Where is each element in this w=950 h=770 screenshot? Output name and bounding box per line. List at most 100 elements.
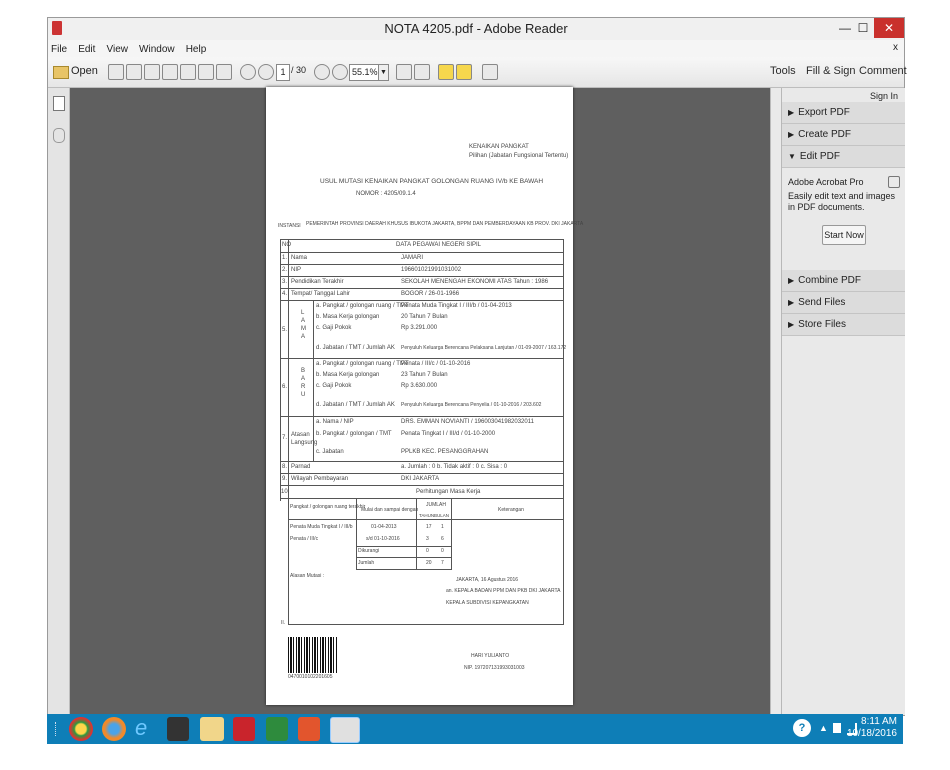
section-label: Create PDF — [798, 129, 851, 140]
internet-explorer-icon[interactable]: e — [135, 715, 147, 741]
taskbar: e ? ▲ 8:11 AM 10/18/2016 — [47, 714, 903, 744]
chevron-right-icon: ▶ — [788, 298, 795, 307]
signature-position: KEPALA SUBDIVISI KEPANGKATAN — [446, 600, 529, 606]
zoom-select[interactable]: 55.1% — [349, 64, 379, 81]
section-label: Edit PDF — [799, 151, 840, 162]
zoom-in-icon[interactable] — [332, 64, 348, 80]
email-icon[interactable] — [216, 64, 232, 80]
prev-page-icon[interactable] — [240, 64, 256, 80]
row-9-value: DKI JAKARTA — [401, 476, 440, 482]
open-button[interactable]: Open — [71, 65, 98, 77]
excel-icon[interactable] — [266, 717, 288, 741]
mk-row3-bulan: 0 — [441, 548, 444, 554]
lama-b-label: b. Masa Kerja golongan — [316, 314, 380, 320]
help-icon[interactable]: ? — [793, 719, 811, 737]
row-1-value: JAMARI — [401, 255, 424, 261]
save-icon[interactable] — [180, 64, 196, 80]
system-clock[interactable]: 8:11 AM 10/18/2016 — [847, 716, 897, 740]
speaker-icon[interactable] — [833, 723, 841, 733]
chevron-down-icon[interactable]: ▼ — [378, 64, 389, 81]
print-icon[interactable] — [198, 64, 214, 80]
powerpoint-icon[interactable] — [298, 717, 320, 741]
baru-a-value: Penata / III/c / 01-10-2016 — [401, 361, 471, 367]
section-combine-pdf[interactable]: ▶ Combine PDF — [782, 270, 905, 292]
doc-close-button[interactable]: x — [893, 42, 898, 53]
attachment-icon[interactable] — [53, 128, 65, 143]
tab-fill-sign[interactable]: Fill & Sign — [806, 65, 856, 77]
mk-head-keterangan: Keterangan — [498, 507, 524, 513]
media-app-icon[interactable] — [167, 717, 189, 741]
baru-b-value: 23 Tahun 7 Bulan — [401, 372, 448, 378]
close-button[interactable]: ✕ — [874, 18, 904, 38]
chrome-icon[interactable] — [69, 717, 93, 741]
next-page-icon[interactable] — [258, 64, 274, 80]
menu-edit[interactable]: Edit — [78, 44, 95, 55]
section-create-pdf[interactable]: ▶ Create PDF — [782, 124, 905, 146]
minimize-button[interactable]: — — [836, 18, 854, 38]
mk-row1-bulan: 1 — [441, 524, 444, 530]
atasan-c-value: PPLKB KEC. PESANGGRAHAN — [401, 449, 489, 455]
edit-icon[interactable] — [144, 64, 160, 80]
barcode-text: 0470010102201605 — [288, 674, 333, 680]
baru-d-value: Penyuluh Keluarga Berencana Penyelia / 0… — [401, 402, 542, 408]
section-send-files[interactable]: ▶ Send Files — [782, 292, 905, 314]
instansi-label: INSTANSI — [278, 223, 301, 229]
menu-window[interactable]: Window — [139, 44, 175, 55]
menu-file[interactable]: File — [51, 44, 67, 55]
menu-bar: File Edit View Window Help x — [48, 40, 904, 57]
mk-row3-tahun: 0 — [426, 548, 429, 554]
baru-c-value: Rp 3.630.000 — [401, 383, 438, 389]
page-thumbnails-icon[interactable] — [53, 96, 65, 111]
fit-page-icon[interactable] — [396, 64, 412, 80]
mk-head-jumlah: JUMLAH — [426, 502, 447, 508]
menu-view[interactable]: View — [106, 44, 128, 55]
tray-chevron-icon[interactable]: ▲ — [819, 723, 828, 733]
start-now-button[interactable]: Start Now — [822, 225, 866, 245]
file-explorer-icon[interactable] — [200, 717, 224, 741]
section-export-pdf[interactable]: ▶ Export PDF — [782, 102, 905, 124]
chevron-down-icon: ▼ — [788, 152, 796, 161]
taskbar-grip — [55, 722, 59, 736]
maximize-button[interactable]: ☐ — [854, 18, 872, 38]
lama-a-value: Penata Muda Tingkat I / III/b / 01-04-20… — [401, 303, 512, 309]
section-roman-ii: II. — [281, 620, 286, 626]
zoom-out-icon[interactable] — [314, 64, 330, 80]
signature-org: an. KEPALA BADAN PPM DAN PKB DKI JAKARTA — [446, 588, 561, 594]
page-number-input[interactable]: 1 — [276, 64, 290, 81]
sticky-note-icon[interactable] — [438, 64, 454, 80]
menu-help[interactable]: Help — [186, 44, 207, 55]
k-app-icon[interactable] — [233, 717, 255, 741]
row-10-value: Perhitungan Masa Kerja — [416, 489, 481, 495]
sign-in-link[interactable]: Sign In — [870, 91, 898, 101]
firefox-icon[interactable] — [102, 717, 126, 741]
settings-icon[interactable] — [162, 64, 178, 80]
expand-icon[interactable] — [482, 64, 498, 80]
section-store-files[interactable]: ▶ Store Files — [782, 314, 905, 336]
alasan-mutasi: Alasan Mutasi : — [290, 573, 325, 579]
adobe-reader-taskbar-icon[interactable] — [330, 717, 360, 743]
title-bar: NOTA 4205.pdf - Adobe Reader — ☐ ✕ — [48, 18, 904, 40]
chevron-right-icon: ▶ — [788, 108, 795, 117]
fit-width-icon[interactable] — [414, 64, 430, 80]
chevron-right-icon: ▶ — [788, 276, 795, 285]
mk-sub-bulan: BULAN — [434, 513, 450, 518]
tab-comment[interactable]: Comment — [859, 65, 907, 77]
page-total: / 30 — [291, 65, 307, 75]
mk-head-pangkat: Pangkat / golongan ruang terakhir — [290, 504, 366, 510]
highlight-icon[interactable] — [456, 64, 472, 80]
mk-row1-pangkat: Penata Muda Tingkat I / III/b — [290, 524, 353, 530]
atasan-b-label: b. Pangkat / golongan / TMT — [316, 431, 392, 437]
create-pdf-icon[interactable] — [108, 64, 124, 80]
tab-tools[interactable]: Tools — [770, 65, 796, 77]
row-6-no: 6. — [282, 384, 288, 390]
baru-c-label: c. Gaji Pokok — [316, 383, 352, 389]
row-2-no: 2. — [282, 267, 288, 273]
vertical-scrollbar[interactable] — [770, 88, 781, 715]
combine-icon[interactable] — [126, 64, 142, 80]
mk-row1-mulai: 01-04-2013 — [371, 524, 397, 530]
signature-name: HARI YULIANTO — [471, 653, 510, 659]
section-edit-pdf[interactable]: ▼ Edit PDF — [782, 146, 905, 168]
folder-icon[interactable] — [53, 66, 69, 79]
row-1-label: Nama — [291, 255, 308, 261]
doc-title-2: NOMOR : 4205/09.1.4 — [356, 191, 416, 197]
